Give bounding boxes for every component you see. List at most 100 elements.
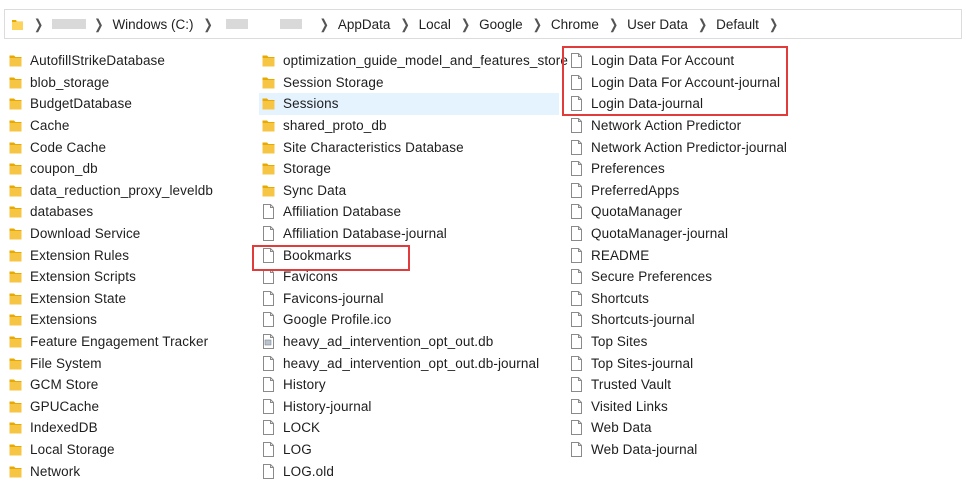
- chevron-right-icon[interactable]: ❯: [609, 16, 618, 32]
- file-icon: [570, 247, 583, 263]
- file-icon: [262, 204, 275, 220]
- folder-item-local-storage[interactable]: Local Storage: [6, 439, 256, 461]
- file-item-heavy-ad-intervention-opt-out-db[interactable]: heavy_ad_intervention_opt_out.db: [259, 331, 559, 353]
- item-name: Secure Preferences: [591, 269, 713, 285]
- file-item-login-data-for-account[interactable]: Login Data For Account: [567, 50, 867, 72]
- file-item-affiliation-database-journal[interactable]: Affiliation Database-journal: [259, 223, 559, 245]
- file-item-quotamanager[interactable]: QuotaManager: [567, 201, 867, 223]
- folder-item-site-characteristics-database[interactable]: Site Characteristics Database: [259, 136, 559, 158]
- breadcrumb-user-data[interactable]: User Data: [627, 10, 688, 38]
- file-item-preferences[interactable]: Preferences: [567, 158, 867, 180]
- file-item-history-journal[interactable]: History-journal: [259, 396, 559, 418]
- file-item-web-data[interactable]: Web Data: [567, 417, 867, 439]
- chevron-right-icon[interactable]: ❯: [769, 16, 778, 32]
- file-item-trusted-vault[interactable]: Trusted Vault: [567, 374, 867, 396]
- folder-item-extensions[interactable]: Extensions: [6, 309, 256, 331]
- folder-icon: [262, 140, 275, 155]
- folder-item-file-system[interactable]: File System: [6, 352, 256, 374]
- file-icon: [570, 139, 583, 155]
- folder-item-gpucache[interactable]: GPUCache: [6, 396, 256, 418]
- chevron-right-icon[interactable]: ❯: [461, 16, 470, 32]
- breadcrumb-appdata[interactable]: AppData: [338, 10, 391, 38]
- folder-icon: [9, 312, 22, 327]
- chevron-right-icon[interactable]: ❯: [320, 16, 329, 32]
- folder-icon: [9, 226, 22, 241]
- folder-item-data-reduction-proxy-leveldb[interactable]: data_reduction_proxy_leveldb: [6, 180, 256, 202]
- file-item-favicons[interactable]: Favicons: [259, 266, 559, 288]
- breadcrumb-drive[interactable]: Windows (C:): [112, 10, 193, 38]
- file-item-favicons-journal[interactable]: Favicons-journal: [259, 288, 559, 310]
- address-bar[interactable]: ❯ ❯ Windows (C:) ❯ ❯ AppData ❯ Local ❯ G…: [4, 9, 962, 39]
- breadcrumb-label: Google: [479, 16, 523, 32]
- database-file-icon: [262, 334, 275, 350]
- file-icon: [570, 420, 583, 436]
- file-icon: [570, 269, 583, 285]
- folder-item-extension-scripts[interactable]: Extension Scripts: [6, 266, 256, 288]
- folder-item-sync-data[interactable]: Sync Data: [259, 180, 559, 202]
- file-item-network-action-predictor-journal[interactable]: Network Action Predictor-journal: [567, 136, 867, 158]
- breadcrumb-google[interactable]: Google: [479, 10, 523, 38]
- folder-item-network[interactable]: Network: [6, 460, 256, 482]
- folder-item-storage[interactable]: Storage: [259, 158, 559, 180]
- item-name: README: [591, 247, 650, 263]
- file-item-top-sites-journal[interactable]: Top Sites-journal: [567, 352, 867, 374]
- folder-item-blob-storage[interactable]: blob_storage: [6, 72, 256, 94]
- folder-item-budgetdatabase[interactable]: BudgetDatabase: [6, 93, 256, 115]
- item-name: BudgetDatabase: [30, 96, 132, 112]
- file-item-heavy-ad-intervention-opt-out-db-journal[interactable]: heavy_ad_intervention_opt_out.db-journal: [259, 352, 559, 374]
- item-name: LOCK: [283, 420, 321, 436]
- file-item-network-action-predictor[interactable]: Network Action Predictor: [567, 115, 867, 137]
- file-item-lock[interactable]: LOCK: [259, 417, 559, 439]
- item-name: Affiliation Database-journal: [283, 226, 447, 242]
- folder-item-gcm-store[interactable]: GCM Store: [6, 374, 256, 396]
- file-item-shortcuts-journal[interactable]: Shortcuts-journal: [567, 309, 867, 331]
- folder-item-autofillstrikedatabase[interactable]: AutofillStrikeDatabase: [6, 50, 256, 72]
- folder-item-feature-engagement-tracker[interactable]: Feature Engagement Tracker: [6, 331, 256, 353]
- file-item-history[interactable]: History: [259, 374, 559, 396]
- file-list-column-2: optimization_guide_model_and_features_st…: [259, 50, 568, 482]
- file-icon: [570, 96, 583, 112]
- file-item-log-old[interactable]: LOG.old: [259, 460, 559, 482]
- chevron-right-icon[interactable]: ❯: [400, 16, 409, 32]
- breadcrumb-default[interactable]: Default: [716, 10, 759, 38]
- folder-item-shared-proto-db[interactable]: shared_proto_db: [259, 115, 559, 137]
- file-item-affiliation-database[interactable]: Affiliation Database: [259, 201, 559, 223]
- file-item-web-data-journal[interactable]: Web Data-journal: [567, 439, 867, 461]
- file-item-log[interactable]: LOG: [259, 439, 559, 461]
- file-icon: [570, 312, 583, 328]
- folder-item-optimization-guide-model-and-features-store[interactable]: optimization_guide_model_and_features_st…: [259, 50, 568, 72]
- file-icon: [570, 334, 583, 350]
- item-name: Google Profile.ico: [283, 312, 392, 328]
- folder-item-cache[interactable]: Cache: [6, 115, 256, 137]
- item-name: blob_storage: [30, 74, 110, 90]
- folder-item-download-service[interactable]: Download Service: [6, 223, 256, 245]
- folder-item-session-storage[interactable]: Session Storage: [259, 72, 559, 94]
- folder-item-coupon-db[interactable]: coupon_db: [6, 158, 256, 180]
- file-item-top-sites[interactable]: Top Sites: [567, 331, 867, 353]
- file-item-secure-preferences[interactable]: Secure Preferences: [567, 266, 867, 288]
- file-item-preferredapps[interactable]: PreferredApps: [567, 180, 867, 202]
- folder-item-extension-rules[interactable]: Extension Rules: [6, 244, 256, 266]
- file-item-visited-links[interactable]: Visited Links: [567, 396, 867, 418]
- file-item-shortcuts[interactable]: Shortcuts: [567, 288, 867, 310]
- item-name: Download Service: [30, 226, 141, 242]
- folder-icon: [9, 140, 22, 155]
- file-item-bookmarks[interactable]: Bookmarks: [259, 244, 559, 266]
- folder-item-databases[interactable]: databases: [6, 201, 256, 223]
- chevron-right-icon[interactable]: ❯: [533, 16, 542, 32]
- file-item-readme[interactable]: README: [567, 244, 867, 266]
- breadcrumb-local[interactable]: Local: [419, 10, 451, 38]
- chevron-right-icon[interactable]: ❯: [698, 16, 707, 32]
- breadcrumb-chrome[interactable]: Chrome: [551, 10, 599, 38]
- chevron-right-icon[interactable]: ❯: [203, 16, 212, 32]
- chevron-right-icon[interactable]: ❯: [94, 16, 103, 32]
- file-item-login-data-for-account-journal[interactable]: Login Data For Account-journal: [567, 72, 867, 94]
- folder-item-code-cache[interactable]: Code Cache: [6, 136, 256, 158]
- file-item-quotamanager-journal[interactable]: QuotaManager-journal: [567, 223, 867, 245]
- folder-item-sessions[interactable]: Sessions: [259, 93, 559, 115]
- folder-item-extension-state[interactable]: Extension State: [6, 288, 256, 310]
- folder-item-indexeddb[interactable]: IndexedDB: [6, 417, 256, 439]
- chevron-right-icon[interactable]: ❯: [34, 16, 43, 32]
- file-item-login-data-journal[interactable]: Login Data-journal: [567, 93, 867, 115]
- file-item-google-profile-ico[interactable]: Google Profile.ico: [259, 309, 559, 331]
